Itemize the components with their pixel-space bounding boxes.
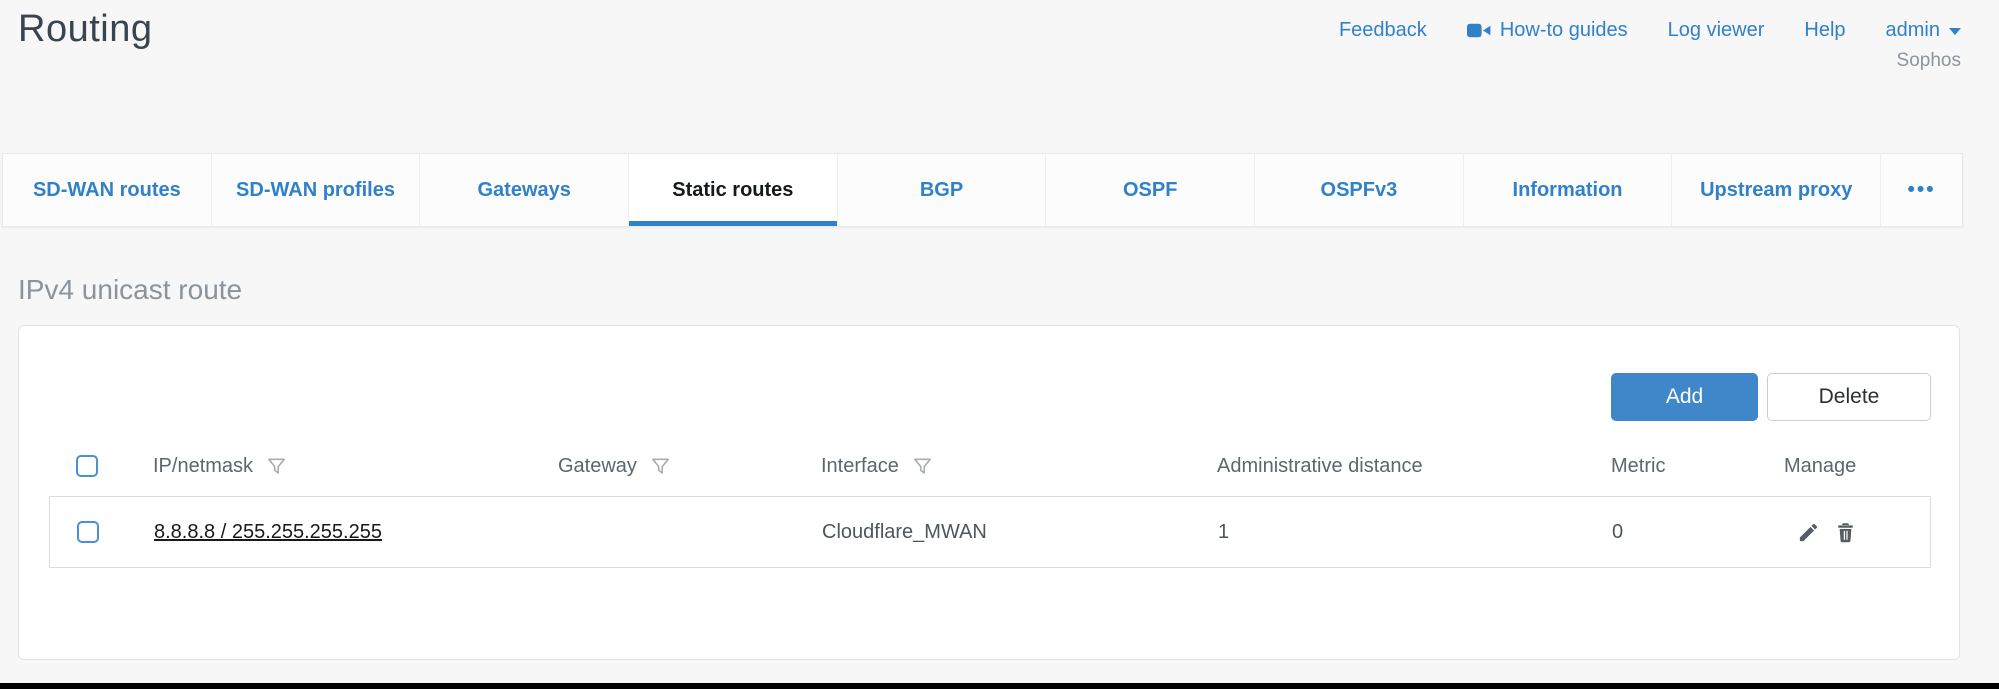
top-bar: Routing Feedback How-to guides Log viewe… [0,0,1999,153]
route-metric-value: 0 [1612,521,1623,543]
filter-icon[interactable] [649,455,672,478]
column-header-administrative-distance: Administrative distance [1217,455,1423,478]
tab-sdwan-profiles[interactable]: SD-WAN profiles [211,154,420,226]
route-ip-netmask-link[interactable]: 8.8.8.8 / 255.255.255.255 [154,521,382,543]
table-header-row: IP/netmask Gateway Interface Administrat… [49,438,1931,494]
static-routes-card: Add Delete IP/netmask Gateway Interface … [18,325,1960,660]
filter-icon[interactable] [265,455,288,478]
column-header-metric: Metric [1611,455,1665,478]
tab-ospf[interactable]: OSPF [1045,154,1254,226]
tab-bgp[interactable]: BGP [837,154,1046,226]
route-administrative-distance-value: 1 [1218,521,1229,543]
bottom-edge-bar [0,683,1999,689]
admin-menu[interactable]: admin [1886,19,1961,42]
delete-button[interactable]: Delete [1767,373,1931,421]
column-header-manage: Manage [1784,455,1856,478]
tab-overflow-menu[interactable]: ••• [1880,154,1962,226]
table-row: 8.8.8.8 / 255.255.255.255 Cloudflare_MWA… [49,496,1931,568]
feedback-link[interactable]: Feedback [1339,19,1427,42]
route-interface-value: Cloudflare_MWAN [822,521,987,543]
tab-sdwan-routes[interactable]: SD-WAN routes [3,154,211,226]
video-camera-icon [1467,22,1491,39]
edit-icon[interactable] [1797,521,1820,544]
tab-bar: SD-WAN routes SD-WAN profiles Gateways S… [2,153,1963,227]
column-header-interface: Interface [821,455,899,478]
tab-information[interactable]: Information [1463,154,1672,226]
top-nav: Feedback How-to guides Log viewer Help a… [1339,6,1961,72]
column-header-ip-netmask: IP/netmask [153,455,253,478]
howto-guides-link[interactable]: How-to guides [1467,19,1628,42]
section-title: IPv4 unicast route [18,274,242,306]
help-link[interactable]: Help [1804,19,1845,42]
select-all-checkbox[interactable] [76,455,98,477]
add-button[interactable]: Add [1611,373,1758,421]
log-viewer-link[interactable]: Log viewer [1668,19,1765,42]
caret-down-icon [1949,28,1961,35]
tab-gateways[interactable]: Gateways [419,154,628,226]
brand-label: Sophos [1886,50,1961,72]
filter-icon[interactable] [911,455,934,478]
tab-ospfv3[interactable]: OSPFv3 [1254,154,1463,226]
tab-static-routes[interactable]: Static routes [628,154,837,226]
column-header-gateway: Gateway [558,455,637,478]
row-checkbox[interactable] [77,521,99,543]
delete-icon[interactable] [1834,521,1857,544]
page-title: Routing [18,6,152,51]
table-actions: Add Delete [1611,373,1931,421]
tab-upstream-proxy[interactable]: Upstream proxy [1671,154,1880,226]
